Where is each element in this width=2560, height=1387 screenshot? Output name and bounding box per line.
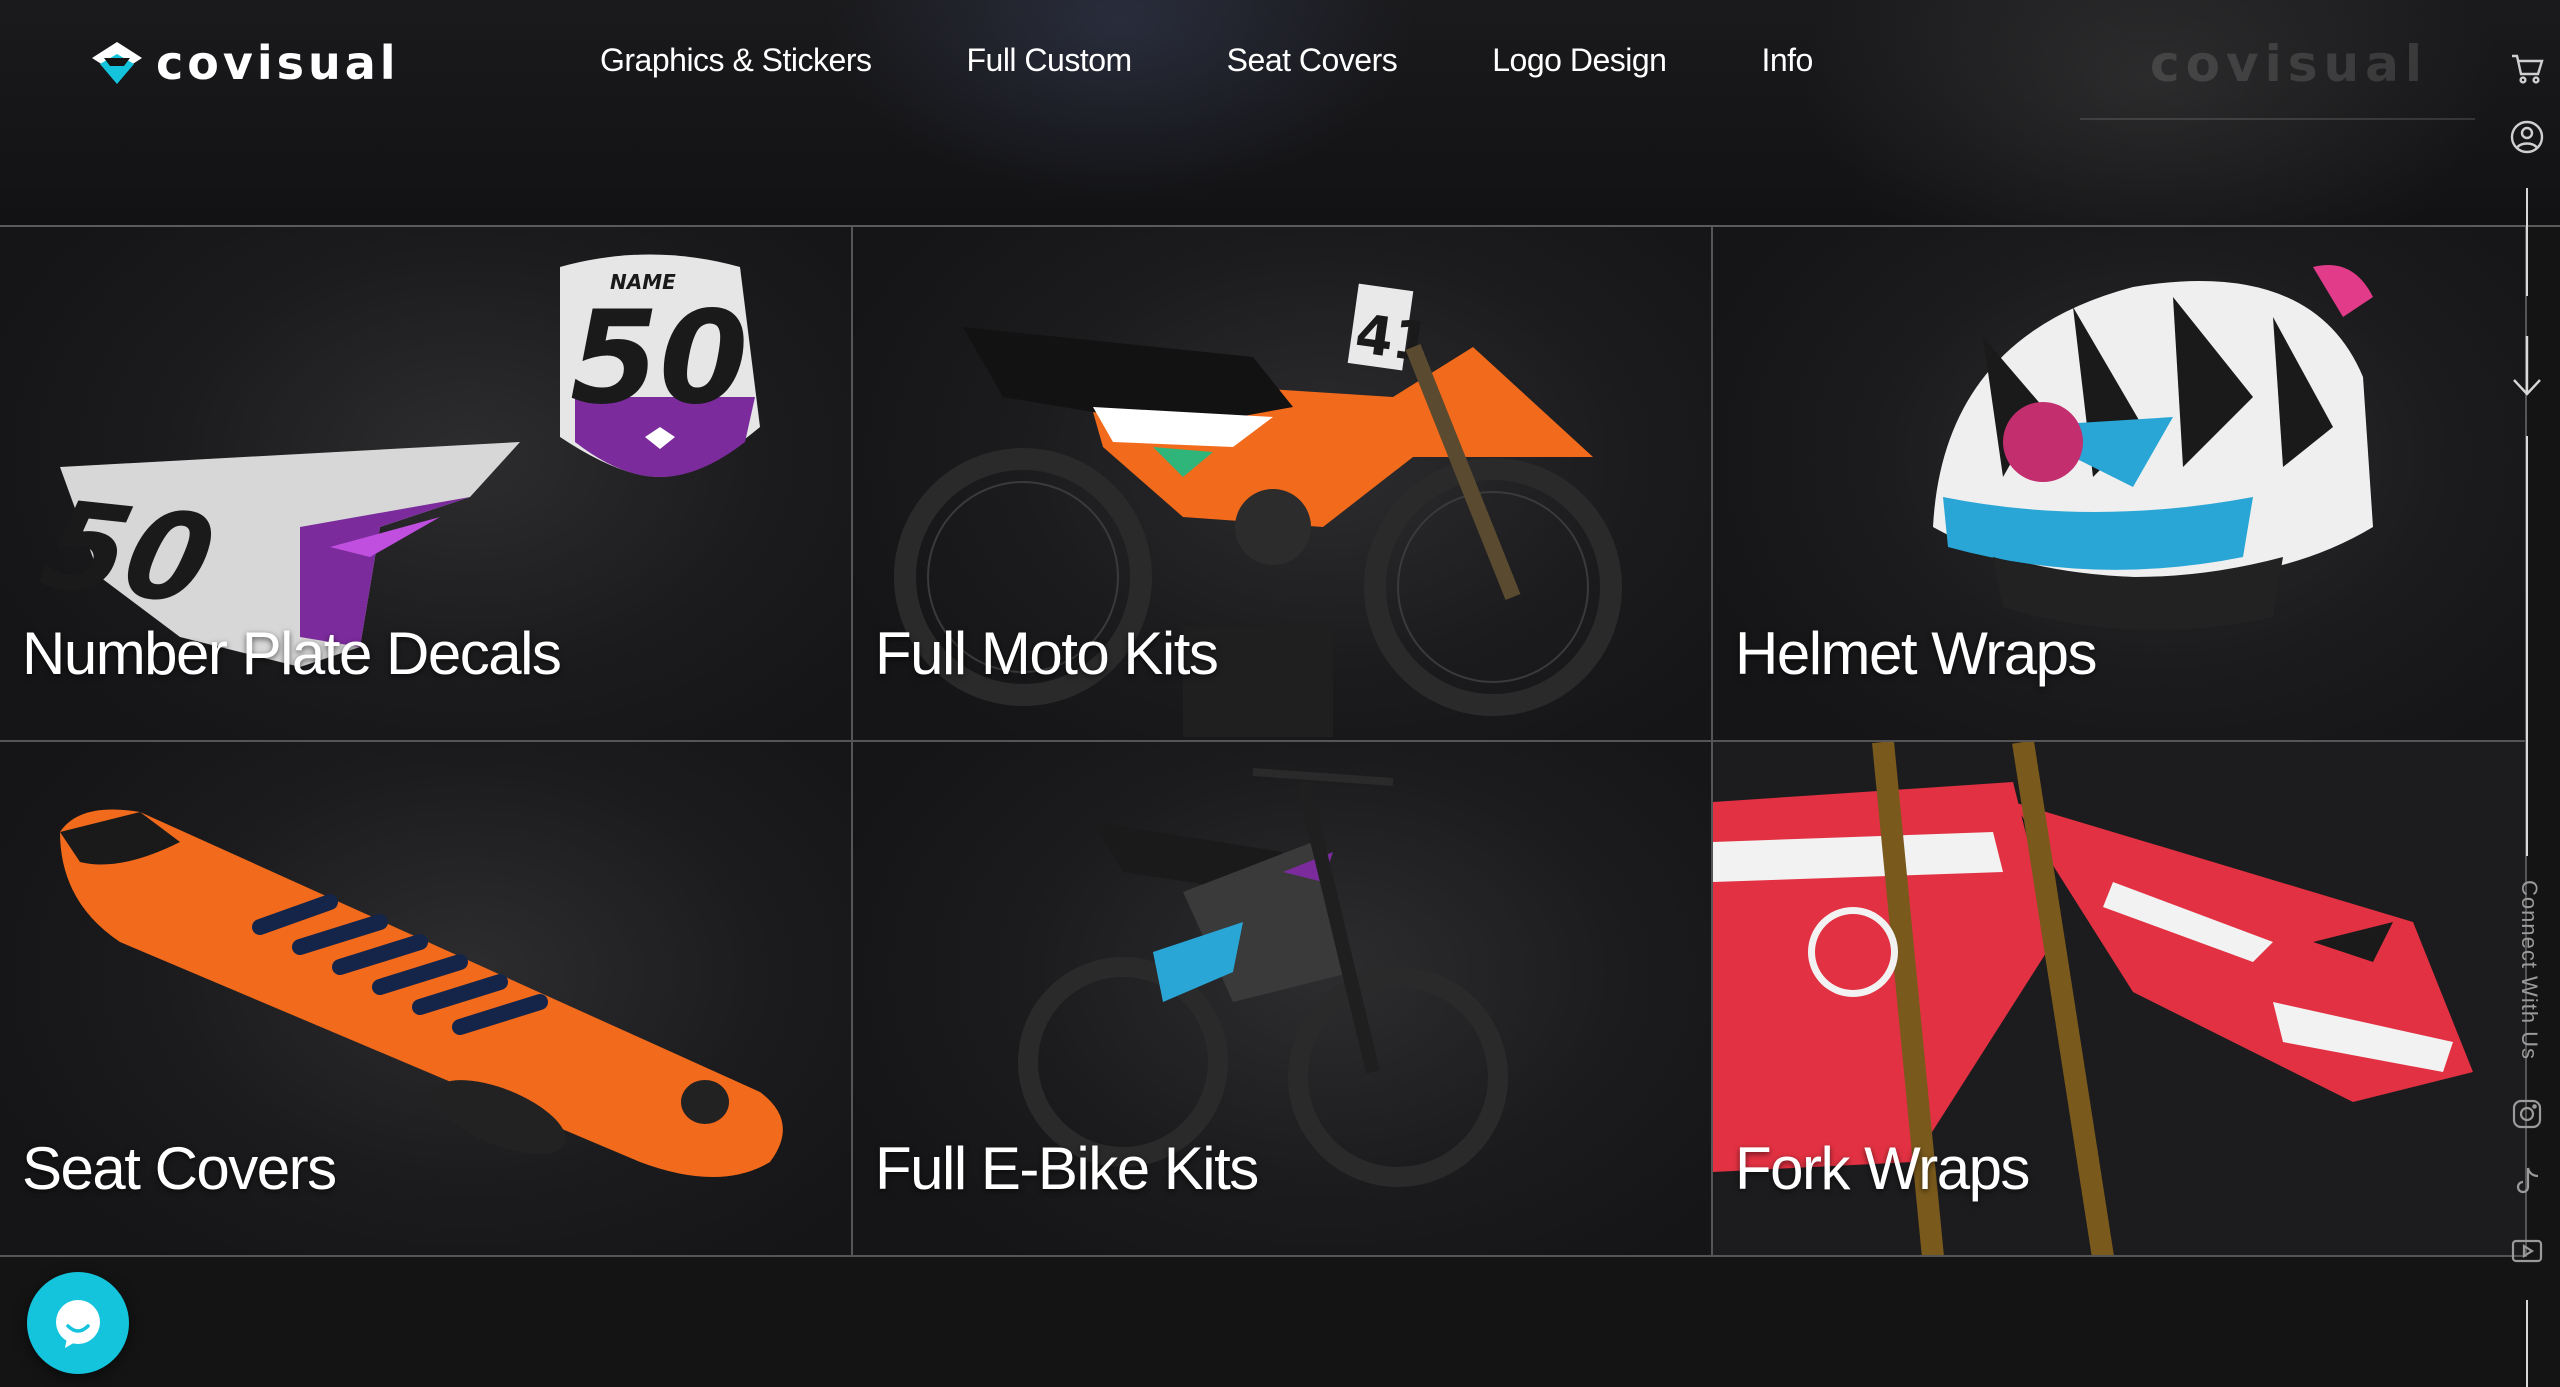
category-grid: 50 50 NAME Number Plate Decals 41 Full M… <box>0 227 2527 1257</box>
nav-info[interactable]: Info <box>1761 38 1813 82</box>
tiktok-icon[interactable] <box>2508 1162 2546 1200</box>
rail-divider <box>2526 436 2528 856</box>
nav-seat-covers[interactable]: Seat Covers <box>1227 38 1398 82</box>
nav-logo-design[interactable]: Logo Design <box>1492 38 1667 82</box>
rail-divider <box>2526 188 2528 296</box>
scroll-down-arrow-icon[interactable] <box>2508 334 2546 398</box>
youtube-icon[interactable] <box>2508 1232 2546 1270</box>
watermark-wordmark: covisual <box>2150 35 2428 93</box>
tile-helmet-wraps[interactable]: Helmet Wraps <box>1713 227 2527 742</box>
connect-with-us-label: Connect With Us <box>2517 880 2542 1061</box>
tile-full-moto-kits[interactable]: 41 Full Moto Kits <box>853 227 1713 742</box>
tile-seat-covers[interactable]: Seat Covers <box>0 742 853 1257</box>
rail-divider <box>2526 1300 2528 1387</box>
chat-launcher-button[interactable] <box>27 1272 129 1374</box>
brand-wordmark: covisual <box>156 36 400 90</box>
tile-label: Full Moto Kits <box>875 620 1219 687</box>
tile-label: Helmet Wraps <box>1735 620 2097 687</box>
front-plate-name: NAME <box>610 270 676 294</box>
brand-mark-icon <box>92 42 142 84</box>
tile-label: Fork Wraps <box>1735 1135 2030 1202</box>
tile-label: Full E-Bike Kits <box>875 1135 1259 1202</box>
main-nav: Graphics & Stickers Full Custom Seat Cov… <box>600 38 1813 82</box>
site-header: covisual Graphics & Stickers Full Custom… <box>0 0 2560 227</box>
nav-full-custom[interactable]: Full Custom <box>966 38 1132 82</box>
tile-label: Seat Covers <box>22 1135 337 1202</box>
nav-graphics-stickers[interactable]: Graphics & Stickers <box>600 38 872 82</box>
tile-full-e-bike-kits[interactable]: Full E-Bike Kits <box>853 742 1713 1257</box>
brand-logo[interactable]: covisual <box>90 38 430 88</box>
right-rail: Connect With Us <box>2500 0 2560 1387</box>
instagram-icon[interactable] <box>2508 1095 2546 1133</box>
chat-bubble-icon <box>56 1300 100 1348</box>
watermark-rule <box>2080 118 2475 120</box>
background-watermark-logo: covisual <box>2075 30 2475 160</box>
tile-label: Number Plate Decals <box>22 620 562 687</box>
side-panel-number: 50 <box>29 475 227 631</box>
cart-icon[interactable] <box>2508 50 2546 88</box>
account-icon[interactable] <box>2508 118 2546 156</box>
tile-number-plate-decals[interactable]: 50 50 NAME Number Plate Decals <box>0 227 853 742</box>
front-plate-number: 50 <box>570 284 748 433</box>
tile-fork-wraps[interactable]: Fork Wraps <box>1713 742 2527 1257</box>
